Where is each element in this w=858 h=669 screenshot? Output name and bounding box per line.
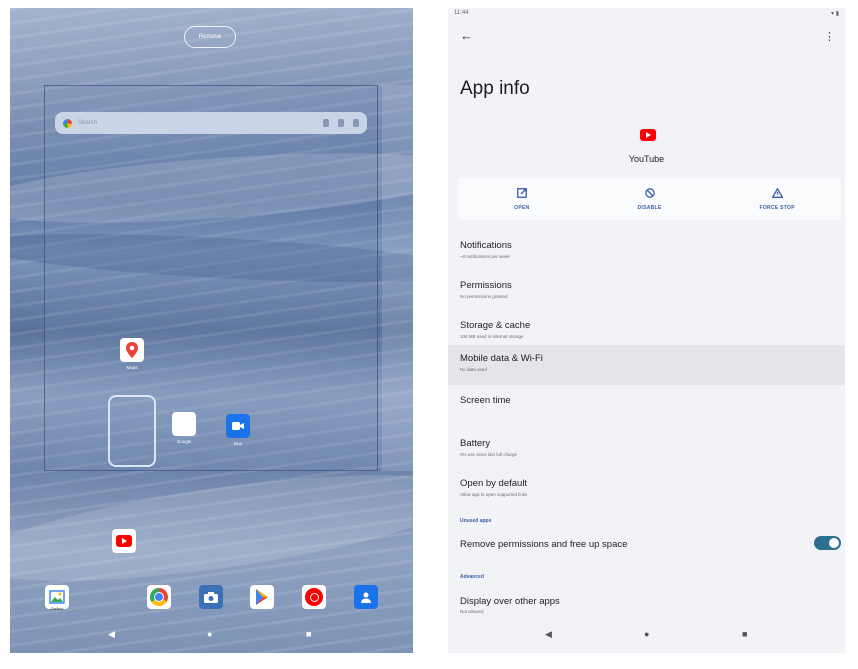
- google-logo-icon: [63, 118, 72, 128]
- row-subtitle: ~0 notifications per week: [460, 254, 510, 259]
- row-subtitle: Not allowed: [460, 609, 484, 614]
- app-duo[interactable]: Duo: [226, 414, 250, 446]
- row-mobile-data[interactable]: Mobile data & Wi-Fi No data used: [448, 345, 845, 385]
- google-search-bar[interactable]: Search: [55, 112, 367, 134]
- camera-icon: [199, 585, 223, 609]
- row-title: Permissions: [460, 280, 512, 291]
- app-label: Google: [176, 439, 192, 444]
- status-icons: ▾ ▮: [831, 11, 839, 17]
- next-page-preview[interactable]: [382, 85, 413, 471]
- block-icon: [644, 187, 655, 201]
- app-name: YouTube: [628, 154, 665, 164]
- row-battery[interactable]: Battery 0% use since last full charge: [448, 428, 845, 466]
- play-store-icon: [250, 585, 274, 609]
- row-screen-time[interactable]: Screen time: [448, 388, 845, 426]
- force-stop-button[interactable]: FORCE STOP: [713, 178, 841, 220]
- action-buttons: OPEN DISABLE FORCE STOP: [458, 178, 841, 220]
- row-title: Mobile data & Wi-Fi: [460, 353, 543, 364]
- nav-home-button[interactable]: ●: [644, 629, 649, 639]
- apps-icon[interactable]: [353, 119, 359, 127]
- more-options-icon[interactable]: ⋮: [824, 30, 835, 43]
- maps-icon: [120, 338, 144, 362]
- app-maps[interactable]: Maps: [120, 338, 144, 370]
- row-title: Screen time: [460, 395, 511, 406]
- row-title: Notifications: [460, 240, 512, 251]
- row-permissions[interactable]: Permissions No permissions granted: [448, 270, 845, 308]
- home-nav-bar: ◀ ● ■: [10, 629, 413, 643]
- dock-camera[interactable]: [199, 585, 223, 609]
- warning-icon: [771, 186, 784, 201]
- contacts-icon: [354, 585, 378, 609]
- home-screen: Remove Search Maps Google Duo Gallery ◀ …: [10, 8, 413, 653]
- settings-nav-bar: ◀ ● ■: [448, 629, 845, 643]
- search-placeholder: Search: [78, 120, 98, 126]
- nav-back-button[interactable]: ◀: [545, 629, 552, 640]
- chrome-icon: [147, 585, 171, 609]
- row-title: Display over other apps: [460, 596, 560, 607]
- lens-icon[interactable]: [338, 119, 344, 127]
- nav-back-button[interactable]: ◀: [108, 629, 115, 640]
- row-subtitle: 0% use since last full charge: [460, 452, 518, 457]
- duo-icon: [226, 414, 250, 438]
- status-bar: 11:44 ▾ ▮: [454, 10, 839, 20]
- row-storage[interactable]: Storage & cache 109 MB used in internal …: [448, 310, 845, 348]
- row-remove-permissions[interactable]: Remove permissions and free up space: [448, 530, 845, 568]
- nav-recents-button[interactable]: ■: [306, 629, 311, 639]
- dock-youtube-music[interactable]: [302, 585, 326, 609]
- disable-label: DISABLE: [637, 204, 662, 211]
- nav-home-button[interactable]: ●: [207, 629, 212, 639]
- open-icon: [516, 187, 527, 201]
- row-subtitle: No permissions granted: [460, 294, 508, 299]
- section-advanced: Advanced: [460, 574, 484, 580]
- row-title: Battery: [460, 438, 491, 449]
- app-label: Duo: [233, 441, 243, 446]
- row-notifications[interactable]: Notifications ~0 notifications per week: [448, 230, 845, 268]
- row-title: Remove permissions and free up space: [460, 539, 628, 550]
- row-subtitle: No data used: [460, 367, 487, 372]
- row-subtitle: Allow app to open supported links: [460, 492, 528, 497]
- wallpaper-wave: [10, 453, 413, 603]
- youtube-music-icon: [302, 585, 326, 609]
- section-unused-apps: Unused apps: [460, 518, 492, 524]
- mic-icon[interactable]: [323, 119, 329, 127]
- app-info-screen: 11:44 ▾ ▮ ← ⋮ App info YouTube OPEN DISA…: [448, 8, 845, 653]
- app-youtube-dragging[interactable]: [112, 529, 136, 553]
- row-title: Open by default: [460, 478, 528, 489]
- force-stop-label: FORCE STOP: [759, 204, 795, 211]
- home-page-frame: [44, 85, 378, 471]
- remove-permissions-toggle[interactable]: [814, 536, 841, 550]
- back-arrow-icon[interactable]: ←: [460, 28, 473, 43]
- youtube-app-icon: [640, 129, 656, 141]
- nav-recents-button[interactable]: ■: [742, 629, 747, 639]
- app-label: Gallery: [50, 606, 64, 611]
- row-title: Storage & cache: [460, 320, 531, 331]
- app-google-folder[interactable]: Google: [172, 412, 196, 444]
- dock-chrome[interactable]: [147, 585, 171, 609]
- row-subtitle: 109 MB used in internal storage: [460, 334, 524, 339]
- remove-label: Remove: [198, 34, 222, 40]
- app-label: Maps: [126, 365, 138, 370]
- widget-drop-target[interactable]: [108, 395, 156, 467]
- remove-drop-zone[interactable]: Remove: [184, 26, 236, 48]
- dock-contacts[interactable]: [354, 585, 378, 609]
- google-folder-icon: [172, 412, 196, 436]
- disable-button[interactable]: DISABLE: [586, 178, 714, 220]
- open-button[interactable]: OPEN: [458, 178, 586, 220]
- row-display-over-apps[interactable]: Display over other apps Not allowed: [448, 586, 845, 624]
- top-app-bar: ← ⋮: [448, 28, 845, 50]
- dock-gallery[interactable]: Gallery: [45, 585, 69, 611]
- dock-play-store[interactable]: [250, 585, 274, 609]
- page-title: App info: [460, 78, 530, 99]
- row-open-by-default[interactable]: Open by default Allow app to open suppor…: [448, 468, 845, 506]
- youtube-icon: [112, 529, 136, 553]
- open-label: OPEN: [514, 204, 530, 211]
- status-time: 11:44: [454, 10, 469, 16]
